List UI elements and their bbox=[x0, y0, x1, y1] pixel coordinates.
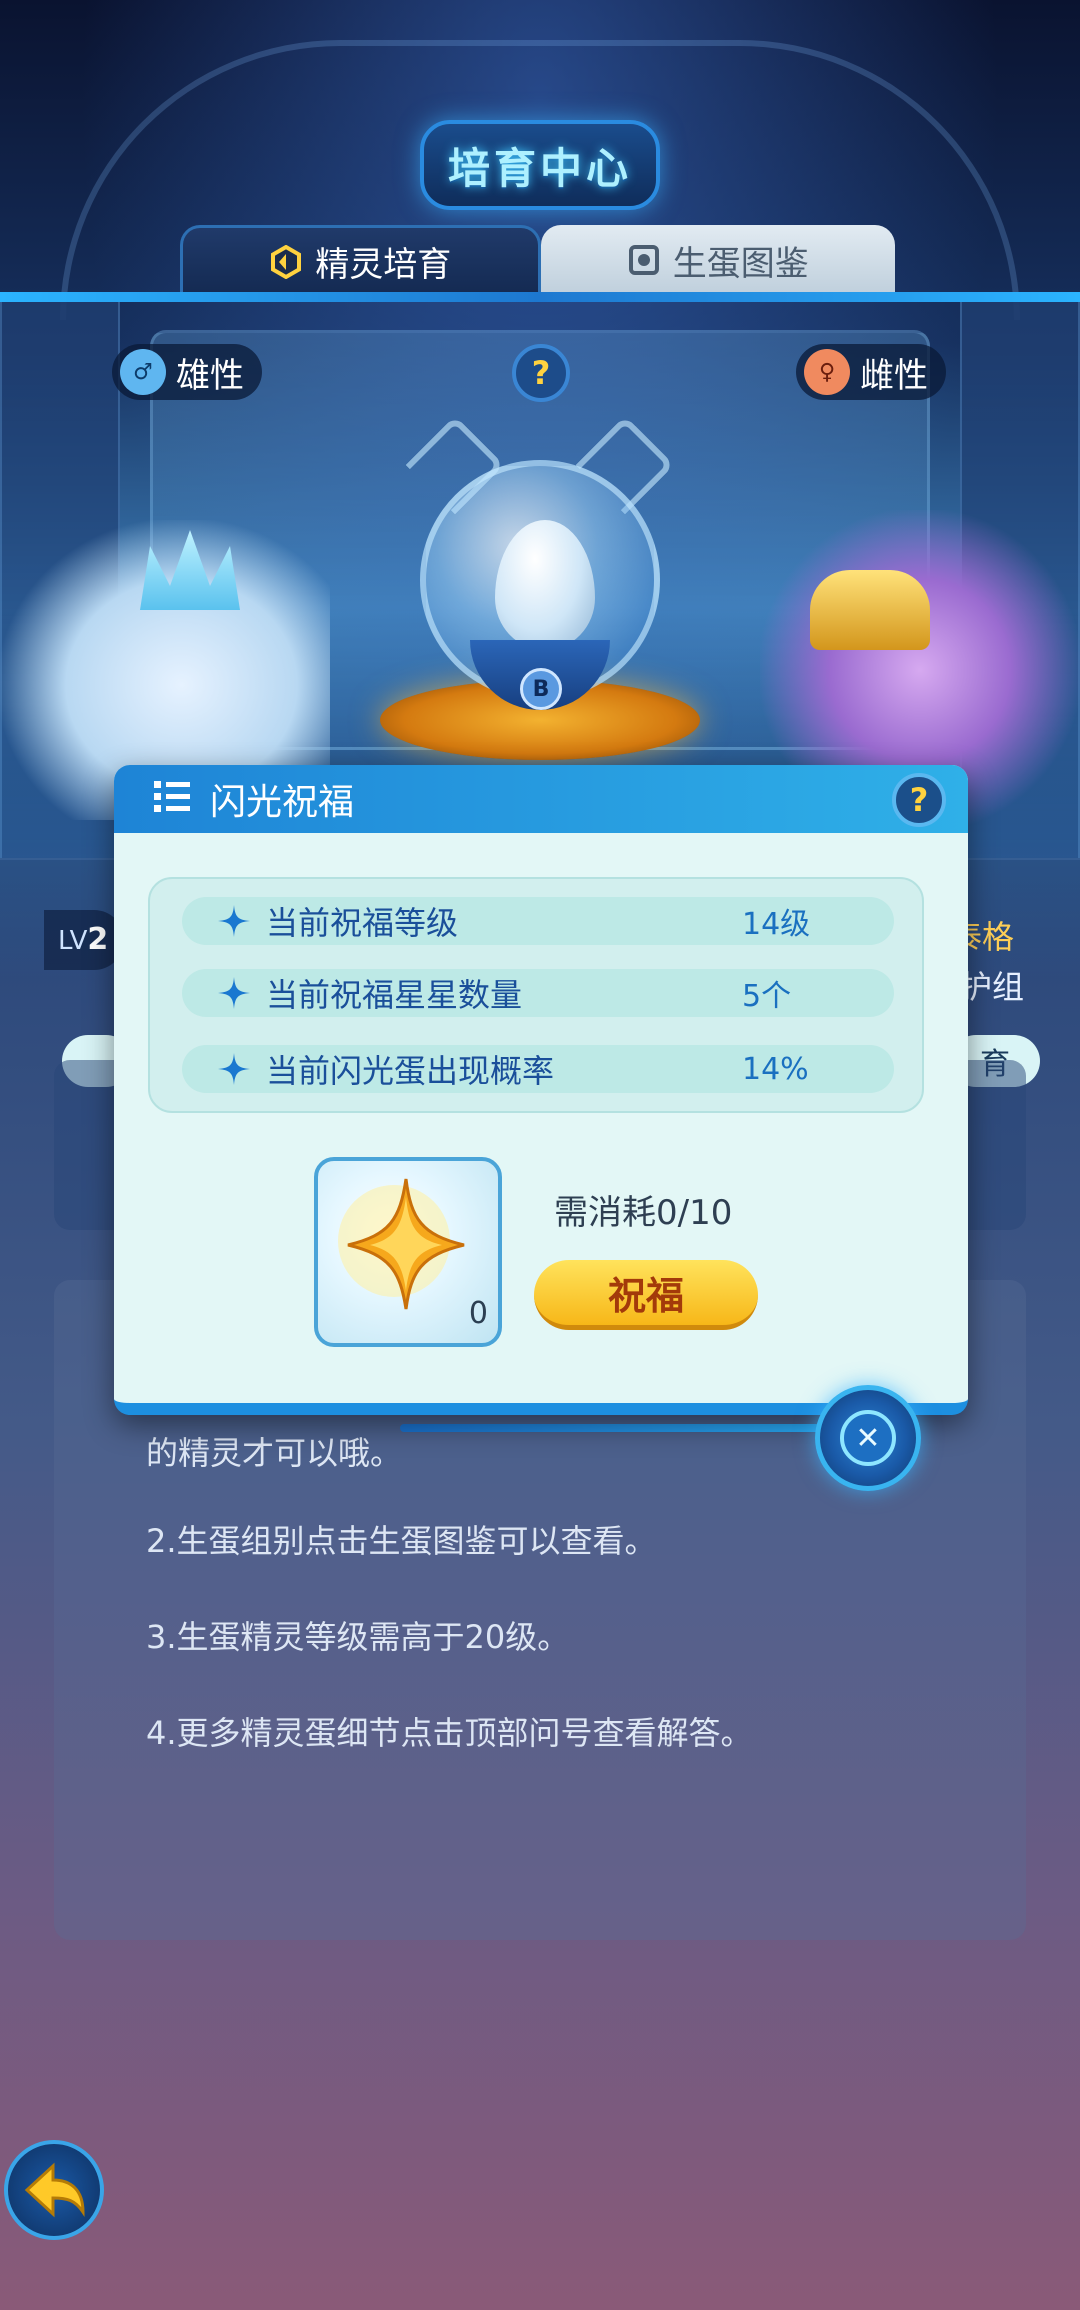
stat-label: 当前祝福等级 bbox=[266, 904, 459, 942]
stat-value: 5个 bbox=[742, 979, 792, 1014]
tab-spirit-breeding[interactable]: 精灵培育 bbox=[180, 225, 541, 295]
blessing-stats-box: 当前祝福等级 14级 当前祝福星星数量 5个 当前闪光蛋出现概率 14% bbox=[148, 877, 924, 1113]
female-parent-badge: ♀ 雌性 bbox=[796, 344, 946, 400]
dialog-help-icon[interactable]: ? bbox=[892, 773, 946, 827]
female-icon: ♀ bbox=[804, 349, 850, 395]
stat-label: 当前祝福星星数量 bbox=[266, 976, 523, 1014]
sparkle-icon bbox=[218, 905, 250, 937]
tab-egg-codex[interactable]: 生蛋图鉴 bbox=[540, 225, 895, 295]
back-arrow-icon bbox=[24, 2162, 85, 2218]
description-line-3: 3.生蛋精灵等级需高于20级。 bbox=[146, 1618, 570, 1656]
item-count: 0 bbox=[468, 1296, 488, 1331]
description-line-4: 4.更多精灵蛋细节点击顶部问号查看解答。 bbox=[146, 1714, 753, 1752]
back-button[interactable] bbox=[4, 2140, 104, 2240]
male-icon: ♂ bbox=[120, 349, 166, 395]
close-icon: ✕ bbox=[840, 1410, 896, 1466]
tab-label: 生蛋图鉴 bbox=[672, 243, 809, 284]
flash-blessing-dialog: 闪光祝福 ? 当前祝福等级 14级 当前祝福星星数量 5个 当前闪光蛋出现概率 … bbox=[114, 765, 968, 1415]
male-label: 雄性 bbox=[176, 355, 244, 396]
stat-value: 14级 bbox=[742, 907, 811, 942]
male-parent-badge: ♂ 雄性 bbox=[112, 344, 262, 400]
bless-button[interactable]: 祝福 bbox=[534, 1260, 758, 1330]
stat-label: 当前闪光蛋出现概率 bbox=[266, 1052, 555, 1090]
sparkle-icon bbox=[218, 1053, 250, 1085]
stat-row-star-count: 当前祝福星星数量 5个 bbox=[182, 969, 894, 1017]
gold-helmet-image bbox=[810, 570, 930, 650]
stat-row-blessing-level: 当前祝福等级 14级 bbox=[182, 897, 894, 945]
decorative-rail bbox=[400, 1424, 850, 1432]
hexagon-icon bbox=[269, 244, 303, 279]
description-line-1: 的精灵才可以哦。 bbox=[146, 1434, 403, 1472]
description-line-2: 2.生蛋组别点击生蛋图鉴可以查看。 bbox=[146, 1522, 657, 1560]
header-rail bbox=[0, 292, 1080, 302]
cost-text: 需消耗0/10 bbox=[554, 1193, 733, 1233]
stat-value: 14% bbox=[742, 1051, 809, 1087]
help-icon[interactable]: ? bbox=[512, 344, 570, 402]
sparkle-icon bbox=[218, 977, 250, 1009]
close-button[interactable]: ✕ bbox=[815, 1385, 921, 1491]
level-value: 2 bbox=[87, 922, 109, 957]
tab-label: 精灵培育 bbox=[315, 245, 452, 285]
tab-bar: 精灵培育 生蛋图鉴 bbox=[180, 225, 895, 295]
left-level: LV2 bbox=[58, 922, 108, 957]
blessing-star-item[interactable]: 0 bbox=[314, 1157, 502, 1347]
list-icon bbox=[154, 779, 192, 819]
female-label: 雌性 bbox=[860, 355, 928, 396]
level-prefix: LV bbox=[58, 926, 88, 956]
book-icon bbox=[627, 243, 661, 277]
capsule-badge: B bbox=[520, 668, 562, 710]
page-title: 培育中心 bbox=[447, 143, 632, 193]
dialog-header: 闪光祝福 ? bbox=[114, 765, 968, 833]
page-title-plate: 培育中心 bbox=[420, 120, 660, 210]
right-parent-group: 护组 bbox=[960, 968, 1025, 1006]
dialog-title: 闪光祝福 bbox=[210, 782, 355, 823]
stat-row-shiny-probability: 当前闪光蛋出现概率 14% bbox=[182, 1045, 894, 1093]
